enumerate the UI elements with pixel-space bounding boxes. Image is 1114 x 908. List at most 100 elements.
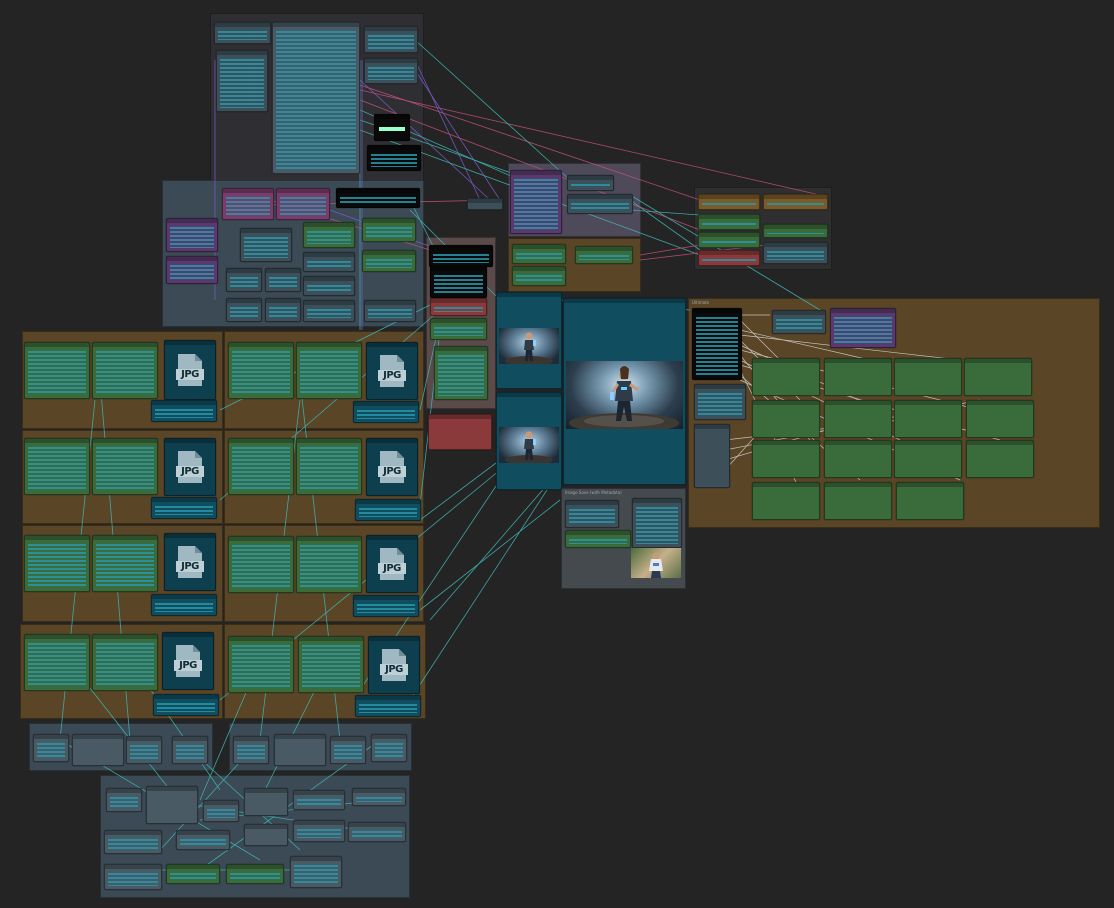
- upscale-input-node[interactable]: [692, 308, 742, 380]
- lora-node-2[interactable]: [276, 188, 330, 220]
- setting-node-7[interactable]: [763, 242, 828, 264]
- cfg-node-1[interactable]: [226, 298, 262, 322]
- upscale-lora-node[interactable]: [830, 308, 896, 348]
- detail-output-node-8[interactable]: [355, 695, 421, 717]
- detail-output-node-5[interactable]: [151, 594, 217, 616]
- sampler-node-4[interactable]: [428, 414, 492, 450]
- reroute-node[interactable]: [467, 198, 503, 210]
- save-trigger-node[interactable]: [565, 530, 631, 548]
- detector-node-4b[interactable]: [296, 438, 362, 495]
- save-image-node-6[interactable]: JPG: [366, 535, 418, 593]
- sampler-node-1[interactable]: [430, 298, 487, 316]
- preview-image-node-1[interactable]: [496, 292, 562, 389]
- merge-node-8[interactable]: [176, 830, 230, 850]
- save-image-node-5[interactable]: JPG: [164, 533, 216, 591]
- bottom-node-6[interactable]: [274, 734, 326, 766]
- upscale-tile-11[interactable]: [894, 440, 962, 478]
- detector-node-3a[interactable]: [24, 438, 90, 495]
- merge-node-10[interactable]: [293, 820, 345, 842]
- merge-node-9[interactable]: [244, 824, 288, 846]
- sampler-display-node[interactable]: [429, 245, 493, 267]
- prompt-text-node[interactable]: [214, 22, 271, 44]
- conditioning-node-3[interactable]: [362, 250, 416, 272]
- bottom-node-3[interactable]: [126, 736, 162, 764]
- setting-node-5[interactable]: [763, 224, 828, 238]
- save-image-node-4[interactable]: JPG: [366, 438, 418, 496]
- model-node-3[interactable]: [575, 246, 633, 264]
- clip-node-3[interactable]: [567, 194, 633, 214]
- merge-node-6[interactable]: [352, 788, 406, 806]
- merge-node-4[interactable]: [244, 788, 288, 816]
- checkpoint-node-1[interactable]: [166, 218, 218, 252]
- upscale-seed-node[interactable]: [694, 424, 730, 488]
- clip-text-node[interactable]: [510, 170, 562, 234]
- detector-node-7a[interactable]: [24, 634, 90, 691]
- bottom-node-5[interactable]: [233, 736, 269, 764]
- merge-node-3[interactable]: [203, 800, 239, 822]
- setting-node-4[interactable]: [698, 232, 760, 248]
- detector-node-8a[interactable]: [228, 636, 294, 693]
- bottom-node-2[interactable]: [72, 734, 124, 766]
- save-image-node-8[interactable]: JPG: [368, 636, 420, 694]
- upscale-tile-8[interactable]: [966, 400, 1034, 438]
- merge-node-1[interactable]: [106, 788, 142, 812]
- detector-node-7b[interactable]: [92, 634, 158, 691]
- save-image-node-2[interactable]: JPG: [366, 342, 418, 400]
- upscale-tile-6[interactable]: [824, 400, 892, 438]
- detector-node-6a[interactable]: [228, 536, 294, 593]
- size-node-1[interactable]: [226, 268, 262, 292]
- detail-output-node-1[interactable]: [151, 400, 217, 422]
- detector-node-8b[interactable]: [298, 636, 364, 693]
- detector-node-2b[interactable]: [296, 342, 362, 399]
- detector-node-1b[interactable]: [92, 342, 158, 399]
- denoise-node[interactable]: [364, 300, 416, 322]
- preview-image-node-2[interactable]: [496, 392, 562, 490]
- cfg-node-2[interactable]: [265, 298, 301, 322]
- detector-node-2a[interactable]: [228, 342, 294, 399]
- style-node-2[interactable]: [364, 58, 418, 84]
- preview-text-node-1[interactable]: [374, 114, 410, 141]
- detail-output-node-3[interactable]: [151, 497, 217, 519]
- detail-output-node-6[interactable]: [353, 595, 419, 617]
- save-image-node-3[interactable]: JPG: [164, 438, 216, 496]
- main-preview-node[interactable]: [563, 298, 686, 485]
- setting-node-2[interactable]: [763, 194, 828, 210]
- merge-node-15[interactable]: [290, 856, 342, 888]
- vae-node[interactable]: [240, 228, 292, 262]
- upscale-tile-15[interactable]: [896, 482, 964, 520]
- detector-node-5b[interactable]: [92, 535, 158, 592]
- scheduler-node[interactable]: [303, 300, 355, 322]
- sampler-node-3[interactable]: [434, 346, 488, 400]
- merge-node-14[interactable]: [226, 864, 284, 884]
- upscale-tile-14[interactable]: [824, 482, 892, 520]
- merge-node-13[interactable]: [166, 864, 220, 884]
- setting-node-1[interactable]: [698, 194, 760, 210]
- saved-image-thumbnail[interactable]: [631, 548, 681, 578]
- upscale-tile-5[interactable]: [752, 400, 820, 438]
- upscale-tile-10[interactable]: [824, 440, 892, 478]
- detail-output-node-7[interactable]: [153, 694, 219, 716]
- bottom-node-1[interactable]: [33, 734, 69, 762]
- checkpoint-node-2[interactable]: [166, 256, 218, 284]
- conditioning-node-2[interactable]: [362, 218, 416, 242]
- detector-node-3b[interactable]: [92, 438, 158, 495]
- positive-prompt-node[interactable]: [272, 22, 360, 174]
- display-node[interactable]: [336, 188, 420, 208]
- upscale-tile-7[interactable]: [894, 400, 962, 438]
- detector-node-6b[interactable]: [296, 536, 362, 593]
- style-node-1[interactable]: [364, 26, 418, 53]
- seed-node[interactable]: [303, 252, 355, 272]
- size-node-2[interactable]: [265, 268, 301, 292]
- merge-node-7[interactable]: [104, 830, 162, 854]
- save-image-node-7[interactable]: JPG: [162, 632, 214, 690]
- merge-node-2[interactable]: [146, 786, 198, 824]
- model-node-2[interactable]: [512, 266, 566, 286]
- setting-node-3[interactable]: [698, 214, 760, 230]
- merge-node-5[interactable]: [293, 790, 345, 810]
- save-image-node-1[interactable]: JPG: [164, 340, 216, 400]
- upscale-tile-4[interactable]: [964, 358, 1032, 396]
- detector-node-1a[interactable]: [24, 342, 90, 399]
- sampler-preview-node[interactable]: [430, 266, 487, 298]
- upscale-tile-3[interactable]: [894, 358, 962, 396]
- save-path-node[interactable]: [632, 498, 682, 548]
